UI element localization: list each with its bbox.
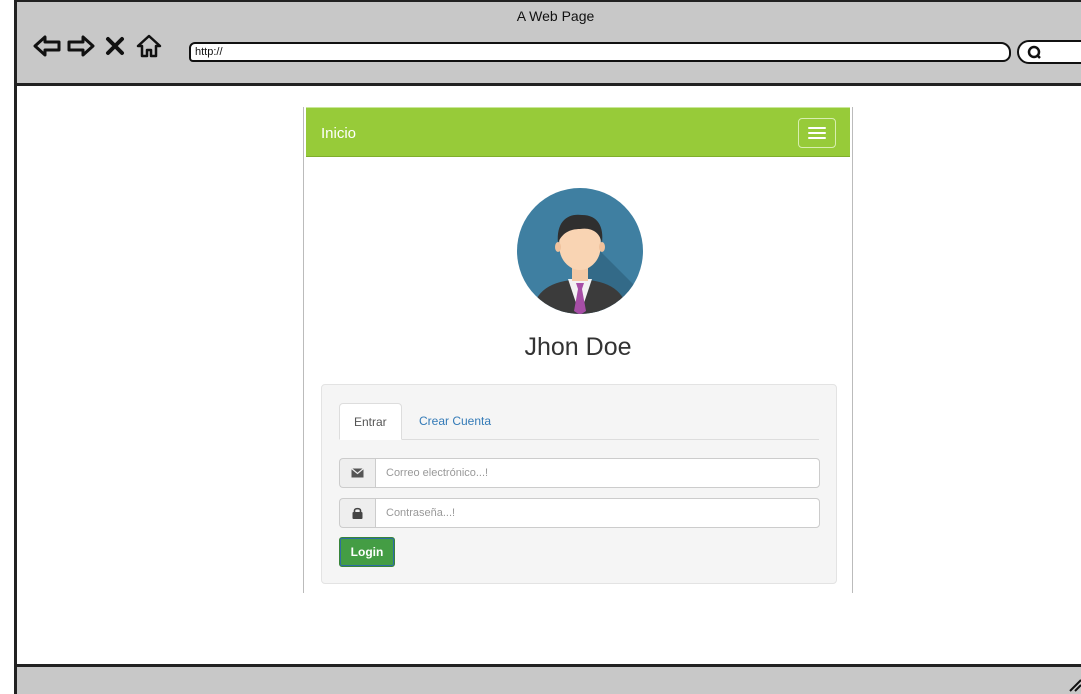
browser-chrome: A Web Page http:// [14,0,1081,86]
window-title: A Web Page [516,8,595,24]
lock-icon [339,498,375,528]
tab-crear-cuenta[interactable]: Crear Cuenta [405,403,505,439]
login-button[interactable]: Login [339,537,395,567]
email-field[interactable] [375,458,820,488]
email-input-group [339,458,820,488]
search-icon [1027,45,1041,59]
hamburger-icon[interactable] [798,118,836,148]
envelope-icon [339,458,375,488]
close-icon[interactable] [101,32,129,60]
auth-tabs: Entrar Crear Cuenta [339,403,819,440]
user-name: Jhon Doe [524,333,632,361]
browser-frame-edge [14,86,17,666]
password-field[interactable] [375,498,820,528]
navbar-brand[interactable]: Inicio [321,125,356,142]
browser-search-field[interactable] [1017,40,1081,64]
password-input-group [339,498,820,528]
user-avatar-icon [517,188,643,314]
browser-nav-icons [33,30,163,62]
address-bar[interactable]: http:// [189,42,1011,62]
tab-entrar[interactable]: Entrar [339,403,402,440]
home-icon[interactable] [135,32,163,60]
back-arrow-icon[interactable] [33,32,61,60]
forward-arrow-icon[interactable] [67,32,95,60]
navbar: Inicio [306,107,850,157]
mobile-app-panel: Inicio Jhon Doe Entrar Crear Cuenta Corr… [303,107,853,593]
login-card: Entrar Crear Cuenta Login [321,384,837,584]
